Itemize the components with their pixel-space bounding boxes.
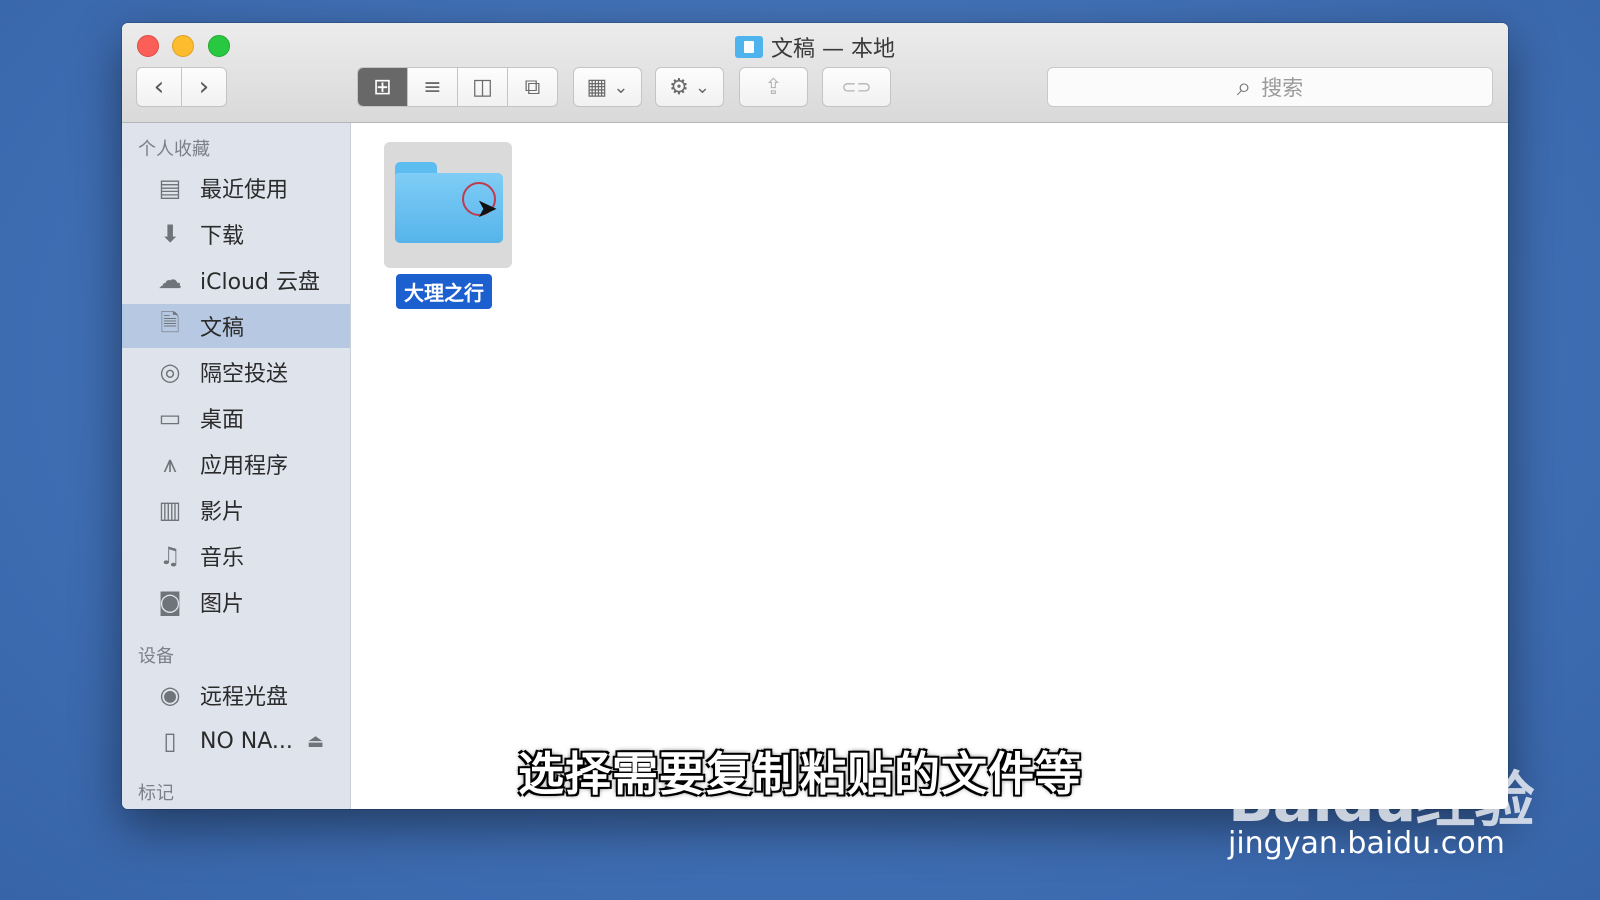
sidebar-item-applications[interactable]: ⩚ 应用程序: [122, 442, 350, 486]
music-icon: ♫: [159, 542, 181, 570]
arrange-button[interactable]: ▦ ⌄: [573, 67, 642, 107]
list-view-button[interactable]: ≡: [408, 68, 458, 106]
sidebar-item-label: iCloud 云盘: [200, 270, 320, 295]
file-name-label[interactable]: 大理之行: [396, 274, 492, 309]
tag-icon: ⊂⊃: [841, 76, 872, 98]
airdrop-icon: ◎: [159, 358, 181, 386]
movies-icon: ▥: [158, 496, 182, 524]
recents-icon: ▤: [158, 174, 182, 202]
sidebar-item-label: 应用程序: [200, 454, 289, 479]
sidebar-item-label: 远程光盘: [200, 685, 289, 710]
sidebar-item-pictures[interactable]: ◙ 图片: [122, 580, 350, 624]
sidebar-item-label: 图片: [200, 592, 245, 617]
window-title: 文稿 — 本地: [122, 31, 1508, 63]
applications-icon: ⩚: [163, 450, 177, 478]
column-view-icon: ◫: [472, 74, 493, 100]
file-selection-highlight: ➤: [384, 142, 512, 268]
file-browser[interactable]: ➤ 大理之行: [351, 123, 1508, 809]
chevron-down-icon: ⌄: [694, 76, 710, 98]
favorites-header: 个人收藏: [138, 139, 210, 160]
gear-icon: ⚙: [669, 74, 689, 100]
folder-icon: [735, 36, 763, 58]
downloads-icon: ⬇: [159, 220, 181, 248]
finder-window: 文稿 — 本地 ‹ › ⊞ ≡ ◫ ⧉ ▦ ⌄ ⚙ ⌄ ⇪ ⊂⊃ ⌕ 搜索 个人…: [122, 23, 1508, 809]
sidebar-item-label: 音乐: [200, 546, 245, 571]
share-icon: ⇪: [764, 74, 783, 100]
sidebar-item-music[interactable]: ♫ 音乐: [122, 534, 350, 578]
tag-button[interactable]: ⊂⊃: [822, 67, 891, 107]
sidebar: 个人收藏 ▤ 最近使用 ⬇ 下载 ☁ iCloud 云盘 🗎 文稿 ◎ 隔空投送…: [122, 123, 351, 809]
sidebar-item-documents[interactable]: 🗎 文稿: [122, 304, 350, 348]
sidebar-item-label: 文稿: [200, 316, 245, 341]
sidebar-item-label: 影片: [200, 500, 245, 525]
arrange-icon: ▦: [586, 74, 608, 100]
sidebar-item-downloads[interactable]: ⬇ 下载: [122, 212, 350, 256]
sidebar-item-airdrop[interactable]: ◎ 隔空投送: [122, 350, 350, 394]
sidebar-item-recents[interactable]: ▤ 最近使用: [122, 166, 350, 210]
icloud-icon: ☁: [158, 266, 182, 294]
watermark-url: jingyan.baidu.com: [1228, 826, 1505, 861]
sidebar-item-icloud[interactable]: ☁ iCloud 云盘: [122, 258, 350, 302]
file-item[interactable]: ➤ 大理之行: [384, 142, 514, 309]
desktop-icon: ▭: [158, 404, 182, 432]
gallery-view-button[interactable]: ⧉: [508, 68, 557, 106]
titlebar[interactable]: 文稿 — 本地 ‹ › ⊞ ≡ ◫ ⧉ ▦ ⌄ ⚙ ⌄ ⇪ ⊂⊃ ⌕ 搜索: [122, 23, 1508, 123]
sidebar-item-label: 隔空投送: [200, 362, 289, 387]
devices-header: 设备: [138, 646, 174, 667]
remote-disc-icon: ◉: [159, 681, 181, 709]
sidebar-item-desktop[interactable]: ▭ 桌面: [122, 396, 350, 440]
gallery-view-icon: ⧉: [524, 74, 541, 100]
sidebar-item-label: 桌面: [200, 408, 245, 433]
sidebar-item-movies[interactable]: ▥ 影片: [122, 488, 350, 532]
search-field[interactable]: ⌕ 搜索: [1047, 67, 1493, 107]
share-button[interactable]: ⇪: [739, 67, 808, 107]
sidebar-item-label: 最近使用: [200, 178, 289, 203]
icon-view-button[interactable]: ⊞: [358, 68, 408, 106]
mouse-pointer-icon: ➤: [476, 194, 498, 224]
view-switcher: ⊞ ≡ ◫ ⧉: [357, 67, 558, 107]
window-title-text: 文稿 — 本地: [771, 37, 895, 62]
chevron-down-icon: ⌄: [613, 76, 629, 98]
sidebar-item-label: 下载: [200, 224, 245, 249]
search-placeholder: 搜索: [1261, 76, 1304, 100]
sidebar-item-remote-disc[interactable]: ◉ 远程光盘: [122, 673, 350, 717]
nav-buttons: ‹ ›: [136, 67, 227, 107]
column-view-button[interactable]: ◫: [458, 68, 508, 106]
documents-icon: 🗎: [160, 308, 180, 337]
pictures-icon: ◙: [158, 588, 182, 616]
back-button[interactable]: ‹: [137, 68, 182, 106]
forward-button[interactable]: ›: [182, 68, 226, 106]
action-button[interactable]: ⚙ ⌄: [655, 67, 724, 107]
search-icon: ⌕: [1236, 71, 1252, 102]
list-view-icon: ≡: [423, 74, 442, 100]
icon-view-icon: ⊞: [373, 74, 392, 100]
